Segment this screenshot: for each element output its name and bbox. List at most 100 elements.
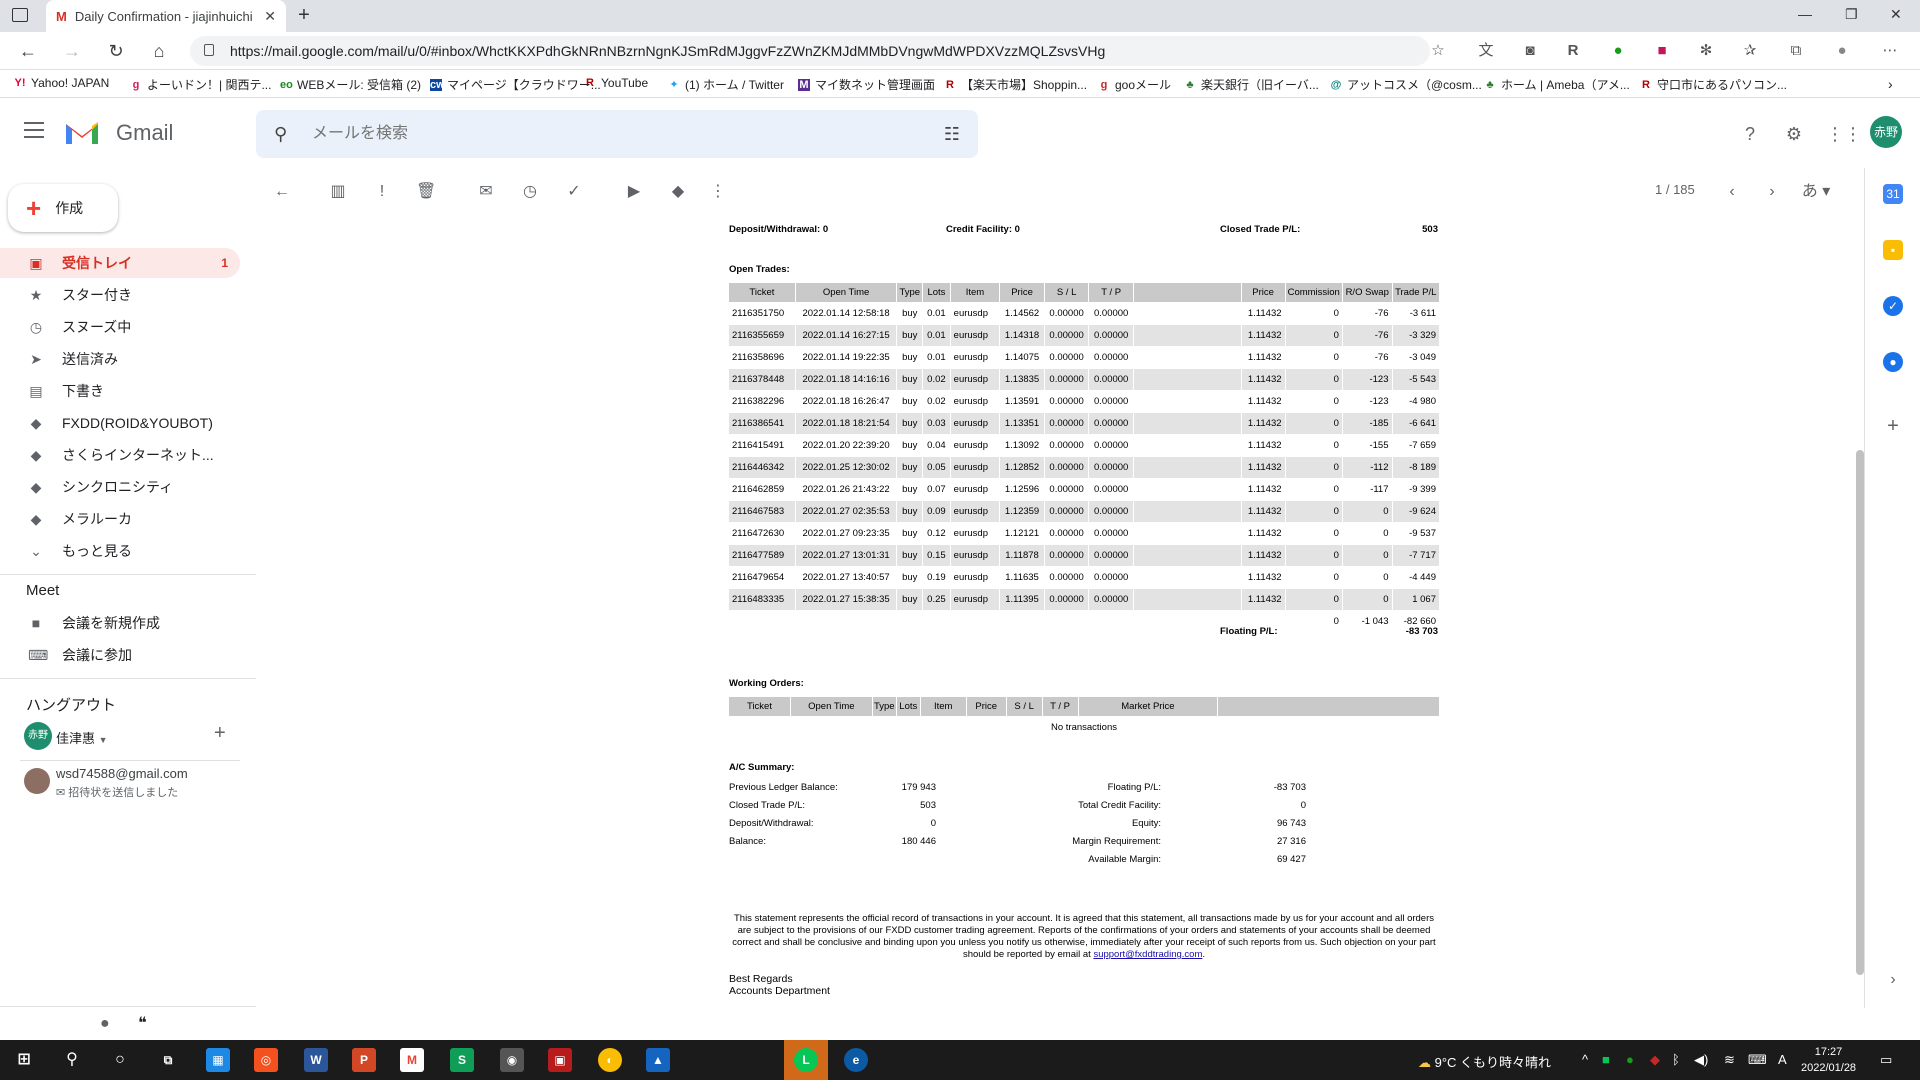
compose-button[interactable]: + 作成: [8, 184, 118, 232]
hangout-user-avatar[interactable]: 赤野: [24, 722, 52, 750]
more-options-icon[interactable]: ⋮: [708, 182, 728, 202]
translate-icon[interactable]: 文: [1476, 41, 1496, 61]
search-icon[interactable]: ⚲: [60, 1048, 84, 1072]
bookmark-cosme[interactable]: @ アットコスメ（@cosm...: [1330, 76, 1482, 93]
profile-icon[interactable]: ●: [1832, 41, 1852, 61]
sheets-icon[interactable]: S: [450, 1048, 474, 1072]
bookmark-pc-shop[interactable]: R 守口市にあるパソコン...: [1640, 76, 1787, 93]
nav-more[interactable]: ⌄ もっと見る: [0, 536, 240, 566]
restore-icon[interactable]: ❐: [1845, 6, 1858, 23]
photos-icon[interactable]: ▲: [646, 1048, 670, 1072]
system-clock[interactable]: 17:27 2022/01/28: [1801, 1044, 1856, 1076]
task-view-icon[interactable]: ⧉: [156, 1048, 180, 1072]
bookmark-youtube[interactable]: R YouTube: [584, 76, 648, 90]
edge-icon[interactable]: e: [844, 1048, 868, 1072]
bookmark-rakuten-ichiba[interactable]: R 【楽天市場】Shoppin...: [944, 76, 1087, 93]
new-tab-button[interactable]: +: [292, 4, 316, 28]
bookmark-rakuten-bank[interactable]: ♣ 楽天銀行（旧イーバ...: [1184, 76, 1319, 93]
line-tray-icon[interactable]: ■: [1602, 1052, 1610, 1067]
gmail-taskbar-icon[interactable]: M: [400, 1048, 424, 1072]
mark-unread-icon[interactable]: ✉: [476, 182, 496, 202]
bookmark-yahoo[interactable]: Y! Yahoo! JAPAN: [14, 76, 110, 90]
line-taskbar-button[interactable]: L: [784, 1040, 828, 1080]
camera-icon[interactable]: ◙: [1520, 41, 1540, 61]
forward-icon[interactable]: →: [58, 38, 86, 64]
snooze-icon[interactable]: ◷: [520, 182, 540, 202]
browser-tab-active[interactable]: M Daily Confirmation - jiajinhuichi ✕: [46, 0, 286, 32]
nav-label-synchronicity[interactable]: ◆ シンクロニシティ: [0, 472, 240, 502]
older-icon[interactable]: ›: [1762, 182, 1782, 202]
contact-avatar[interactable]: [24, 768, 50, 794]
hangouts-chat-icon[interactable]: ❝: [138, 1013, 147, 1033]
collections-icon[interactable]: ⧉: [1786, 41, 1806, 61]
extensions-icon[interactable]: ✻: [1696, 41, 1716, 61]
archive-icon[interactable]: ▥: [328, 182, 348, 202]
input-tools-button[interactable]: あ ▾: [1796, 182, 1836, 202]
rakuten-extension-icon[interactable]: ■: [1652, 41, 1672, 61]
bookmark-crowdworks[interactable]: cw マイページ【クラウドワー...: [430, 76, 601, 93]
notification-icon[interactable]: ▭: [1880, 1052, 1892, 1068]
tasks-icon[interactable]: ✓: [1883, 296, 1903, 316]
app-orange-icon[interactable]: ◎: [254, 1048, 278, 1072]
volume-icon[interactable]: ◀): [1694, 1052, 1708, 1068]
add-hangout-icon[interactable]: +: [214, 722, 226, 745]
nav-sent[interactable]: ➤ 送信済み: [0, 344, 240, 374]
person-icon[interactable]: ●: [100, 1015, 110, 1033]
green-tray-icon[interactable]: ●: [1626, 1052, 1634, 1067]
bookmark-goo-mail[interactable]: g gooメール: [1098, 76, 1171, 93]
cortana-icon[interactable]: ○: [108, 1048, 132, 1072]
newer-icon[interactable]: ‹: [1722, 182, 1742, 202]
tab-close-icon[interactable]: ✕: [264, 8, 276, 25]
search-icon[interactable]: ⚲: [274, 124, 294, 144]
apps-grid-icon[interactable]: ⋮⋮: [1826, 122, 1862, 146]
search-input[interactable]: [312, 110, 912, 158]
close-window-icon[interactable]: ✕: [1890, 6, 1902, 23]
wifi-icon[interactable]: ≋: [1724, 1052, 1735, 1068]
delete-icon[interactable]: 🗑: [416, 182, 436, 202]
security-tray-icon[interactable]: ◆: [1650, 1052, 1660, 1068]
nav-label-fxdd[interactable]: ◆ FXDD(ROID&YOUBOT): [0, 408, 240, 438]
bookmarks-overflow-icon[interactable]: ›: [1888, 76, 1893, 92]
chrome-icon[interactable]: ◐: [598, 1048, 622, 1072]
contacts-icon[interactable]: ●: [1883, 352, 1903, 372]
show-hidden-icons[interactable]: ^: [1582, 1052, 1588, 1067]
search-options-icon[interactable]: ☷: [944, 124, 960, 145]
weather-widget[interactable]: ☁ 9°C くもり時々晴れ: [1418, 1052, 1551, 1071]
keep-icon[interactable]: ▪: [1883, 240, 1903, 260]
bookmark-yoidon[interactable]: g よーいドン！| 関西テ...: [130, 76, 272, 93]
windows-start-icon[interactable]: ⊞: [12, 1048, 36, 1072]
tab-list-icon[interactable]: [12, 8, 28, 22]
app-red-icon[interactable]: ▣: [548, 1048, 572, 1072]
keyboard-tray-icon[interactable]: ⌨: [1748, 1052, 1767, 1068]
favorite-add-icon[interactable]: ☆: [1428, 41, 1448, 61]
report-spam-icon[interactable]: !: [372, 182, 392, 202]
settings-gear-icon[interactable]: ⚙: [1782, 122, 1806, 146]
reload-icon[interactable]: ↻: [102, 38, 130, 64]
get-addons-icon[interactable]: +: [1883, 416, 1903, 436]
nav-snoozed[interactable]: ◷ スヌーズ中: [0, 312, 240, 342]
ime-indicator[interactable]: A: [1778, 1052, 1787, 1067]
bookmark-mynumber[interactable]: M マイ数ネット管理画面: [798, 76, 935, 93]
account-avatar[interactable]: 赤野: [1870, 116, 1902, 148]
nav-label-sakura[interactable]: ◆ さくらインターネット...: [0, 440, 240, 470]
app-gray-icon[interactable]: ◉: [500, 1048, 524, 1072]
favorites-icon[interactable]: ✰: [1740, 41, 1760, 61]
bookmark-twitter[interactable]: ✦ (1) ホーム / Twitter: [668, 76, 784, 93]
url-field[interactable]: https://mail.google.com/mail/u/0/#inbox/…: [190, 36, 1430, 66]
bluetooth-icon[interactable]: ᛒ: [1672, 1052, 1680, 1067]
label-as-icon[interactable]: ◆: [668, 182, 688, 202]
contact-email[interactable]: wsd74588@gmail.com: [56, 766, 188, 781]
word-icon[interactable]: W: [304, 1048, 328, 1072]
meet-join-meeting[interactable]: ⌨ 会議に参加: [0, 640, 240, 670]
add-task-icon[interactable]: ✓: [564, 182, 584, 202]
message-scrollbar[interactable]: [1856, 450, 1864, 975]
bookmark-ameba[interactable]: ♣ ホーム | Ameba（アメ...: [1484, 76, 1629, 93]
back-to-inbox-icon[interactable]: ←: [272, 182, 292, 202]
minimize-icon[interactable]: —: [1798, 6, 1812, 22]
back-icon[interactable]: ←: [14, 38, 42, 64]
main-menu-icon[interactable]: [24, 122, 44, 138]
r-extension-icon[interactable]: R: [1563, 41, 1583, 61]
calendar-icon[interactable]: 31: [1883, 184, 1903, 204]
hide-side-panel-icon[interactable]: ›: [1883, 970, 1903, 990]
home-icon[interactable]: ⌂: [145, 38, 173, 64]
